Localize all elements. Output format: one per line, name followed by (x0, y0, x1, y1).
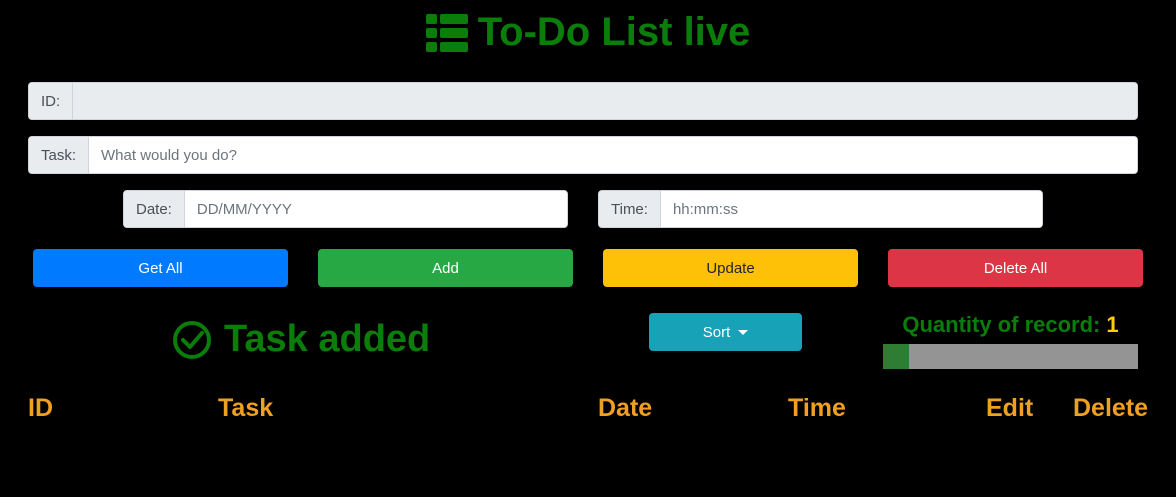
date-field-group: Date: (123, 190, 568, 228)
update-button[interactable]: Update (603, 249, 858, 287)
date-label: Date: (124, 191, 185, 227)
get-all-button[interactable]: Get All (33, 249, 288, 287)
sort-button[interactable]: Sort (649, 313, 802, 351)
id-input[interactable] (73, 83, 1137, 119)
add-button[interactable]: Add (318, 249, 573, 287)
status-message: Task added (172, 318, 430, 361)
time-label: Time: (599, 191, 661, 227)
id-label: ID: (29, 83, 74, 119)
id-field-group: ID: (28, 82, 1138, 120)
delete-all-button[interactable]: Delete All (888, 249, 1143, 287)
header-delete: Delete (1073, 394, 1149, 422)
header-time: Time (788, 394, 846, 422)
list-icon (425, 13, 468, 52)
page-title: To-Do List live (0, 10, 1176, 55)
quantity-label: Quantity of record: (902, 312, 1101, 337)
caret-down-icon (738, 329, 749, 335)
sort-label: Sort (702, 323, 731, 341)
date-input[interactable] (184, 191, 567, 227)
records-progress-bar (883, 344, 1138, 369)
check-circle-icon (172, 320, 212, 360)
status-text: Task added (224, 318, 431, 360)
header-id: ID (28, 394, 53, 422)
header-date: Date (598, 394, 653, 422)
quantity-value: 1 (1106, 312, 1119, 337)
task-input[interactable] (89, 137, 1137, 173)
time-field-group: Time: (598, 190, 1043, 228)
time-input[interactable] (660, 191, 1042, 227)
header-task: Task (218, 394, 274, 422)
records-progress-fill (883, 344, 909, 369)
header-edit: Edit (986, 394, 1034, 422)
page-title-text: To-Do List live (477, 10, 751, 54)
task-label: Task: (29, 137, 90, 173)
quantity-of-records: Quantity of record: 1 (883, 312, 1138, 338)
task-field-group: Task: (28, 136, 1138, 174)
